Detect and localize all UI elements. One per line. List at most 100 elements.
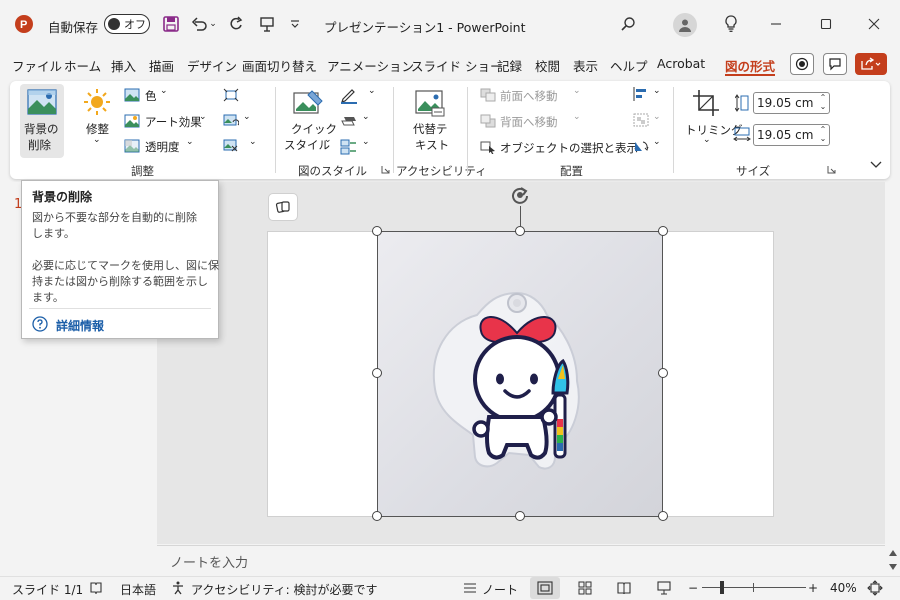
transparency-dropdown-icon[interactable]: ⌄: [186, 137, 194, 147]
bring-forward-dropdown-icon[interactable]: ⌄: [573, 86, 581, 96]
quick-styles-icon[interactable]: [291, 88, 325, 118]
tab-file[interactable]: ファイル: [12, 56, 62, 76]
corrections-dropdown-icon[interactable]: ⌄: [93, 135, 101, 145]
spelling-check-icon[interactable]: [88, 580, 104, 596]
notes-toggle-icon[interactable]: [462, 580, 478, 596]
accessibility-status[interactable]: アクセシビリティ: 検討が必要です: [191, 581, 378, 598]
reading-view-icon[interactable]: [616, 580, 632, 596]
lightbulb-icon[interactable]: [722, 15, 740, 33]
tab-acrobat[interactable]: Acrobat: [657, 56, 705, 76]
artistic-effects-dropdown-icon[interactable]: ⌄: [199, 112, 207, 122]
minimize-icon[interactable]: [768, 16, 784, 32]
collapse-ribbon-icon[interactable]: [868, 158, 884, 172]
size-launcher-icon[interactable]: [826, 164, 836, 174]
comments-button[interactable]: [823, 53, 847, 75]
undo-icon[interactable]: [190, 15, 208, 33]
alt-text-icon[interactable]: [413, 88, 447, 118]
crop-dropdown-icon[interactable]: ⌄: [703, 135, 711, 145]
zoom-in-button[interactable]: +: [808, 581, 818, 595]
help-circle-icon[interactable]: [32, 316, 48, 332]
slideshow-view-icon[interactable]: [656, 580, 672, 596]
tab-transitions[interactable]: 画面切り替え: [242, 56, 317, 76]
tab-picture-format[interactable]: 図の形式: [725, 56, 776, 76]
zoom-slider-thumb[interactable]: [720, 581, 724, 594]
tab-home[interactable]: ホーム: [64, 56, 101, 76]
tab-review[interactable]: 校閲: [535, 56, 560, 76]
picture-layout-icon[interactable]: [339, 138, 359, 156]
sun-icon[interactable]: [82, 88, 112, 116]
artistic-effects-label[interactable]: アート効果: [145, 114, 202, 130]
share-button[interactable]: [855, 53, 887, 75]
close-icon[interactable]: [866, 16, 882, 32]
transparency-label[interactable]: 透明度: [145, 139, 180, 155]
zoom-slider[interactable]: [702, 587, 806, 588]
fit-to-window-icon[interactable]: [866, 579, 884, 597]
tab-insert[interactable]: 挿入: [111, 56, 136, 76]
group-objects-icon[interactable]: [632, 112, 650, 128]
maximize-icon[interactable]: [818, 16, 834, 32]
picture-effects-icon[interactable]: [339, 112, 359, 130]
slide-sorter-icon[interactable]: [577, 580, 593, 596]
picture-effects-dropdown-icon[interactable]: ⌄: [362, 112, 370, 122]
resize-handle-left[interactable]: [372, 368, 382, 378]
compress-pictures-icon[interactable]: [222, 87, 240, 103]
customize-qat-icon[interactable]: [289, 17, 301, 31]
scroll-down-icon[interactable]: [885, 561, 900, 573]
save-icon[interactable]: [162, 15, 180, 33]
tooltip-more-info-link[interactable]: 詳細情報: [56, 317, 104, 334]
color-label[interactable]: 色: [145, 88, 157, 104]
rotation-handle-icon[interactable]: [509, 184, 531, 206]
zoom-level[interactable]: 40%: [830, 581, 857, 595]
change-picture-icon[interactable]: [222, 113, 240, 129]
resize-handle-right[interactable]: [658, 368, 668, 378]
scroll-up-icon[interactable]: [885, 547, 900, 559]
shape-height-spinner[interactable]: ⌃ ⌄: [818, 93, 828, 113]
present-icon[interactable]: [258, 15, 276, 33]
resize-handle-top-right[interactable]: [658, 226, 668, 236]
align-icon[interactable]: [632, 86, 650, 102]
account-avatar[interactable]: [673, 13, 697, 37]
bring-forward-label[interactable]: 前面へ移動: [500, 88, 558, 104]
resize-handle-bottom-left[interactable]: [372, 511, 382, 521]
align-dropdown-icon[interactable]: ⌄: [653, 86, 661, 96]
tab-slideshow[interactable]: スライド ショー: [411, 56, 502, 76]
resize-handle-bottom[interactable]: [515, 511, 525, 521]
send-backward-label[interactable]: 背面へ移動: [500, 114, 558, 130]
transparency-icon[interactable]: [123, 138, 141, 154]
record-button[interactable]: [790, 53, 814, 75]
normal-view-icon[interactable]: [530, 577, 560, 599]
search-icon[interactable]: [619, 15, 637, 33]
resize-handle-bottom-right[interactable]: [658, 511, 668, 521]
quick-styles-dropdown-icon[interactable]: ⌄: [324, 135, 332, 145]
tab-draw[interactable]: 描画: [149, 56, 174, 76]
tab-help[interactable]: ヘルプ: [610, 56, 648, 76]
picture-styles-launcher-icon[interactable]: [380, 164, 390, 174]
tab-view[interactable]: 表示: [573, 56, 598, 76]
selection-pane-icon[interactable]: [479, 139, 497, 155]
color-dropdown-icon[interactable]: ⌄: [160, 86, 168, 96]
picture-layout-dropdown-icon[interactable]: ⌄: [362, 137, 370, 147]
artistic-effects-icon[interactable]: [123, 113, 141, 129]
reset-picture-icon[interactable]: [222, 138, 240, 154]
notes-toggle-label[interactable]: ノート: [482, 581, 518, 598]
notes-placeholder[interactable]: ノートを入力: [170, 552, 248, 571]
accessibility-icon[interactable]: [170, 580, 186, 596]
bring-forward-icon[interactable]: [479, 87, 497, 103]
alt-text-label-2[interactable]: キスト: [415, 137, 449, 153]
designer-ideas-button[interactable]: [268, 193, 298, 221]
send-backward-icon[interactable]: [479, 113, 497, 129]
undo-dropdown-icon[interactable]: ⌄: [208, 17, 218, 31]
selection-pane-label[interactable]: オブジェクトの選択と表示: [500, 140, 638, 156]
notes-pane[interactable]: [157, 545, 885, 575]
rotate-dropdown-icon[interactable]: ⌄: [653, 137, 661, 147]
reset-picture-dropdown-icon[interactable]: ⌄: [249, 137, 257, 147]
picture-border-icon[interactable]: [339, 86, 359, 104]
autosave-toggle[interactable]: オフ: [104, 14, 150, 34]
group-objects-dropdown-icon[interactable]: ⌄: [653, 112, 661, 122]
color-icon[interactable]: [123, 87, 141, 103]
tab-design[interactable]: デザイン: [187, 56, 237, 76]
tab-record[interactable]: 記録: [497, 56, 522, 76]
language-indicator[interactable]: 日本語: [120, 581, 156, 598]
alt-text-label-1[interactable]: 代替テ: [413, 121, 448, 137]
zoom-out-button[interactable]: −: [688, 581, 698, 595]
